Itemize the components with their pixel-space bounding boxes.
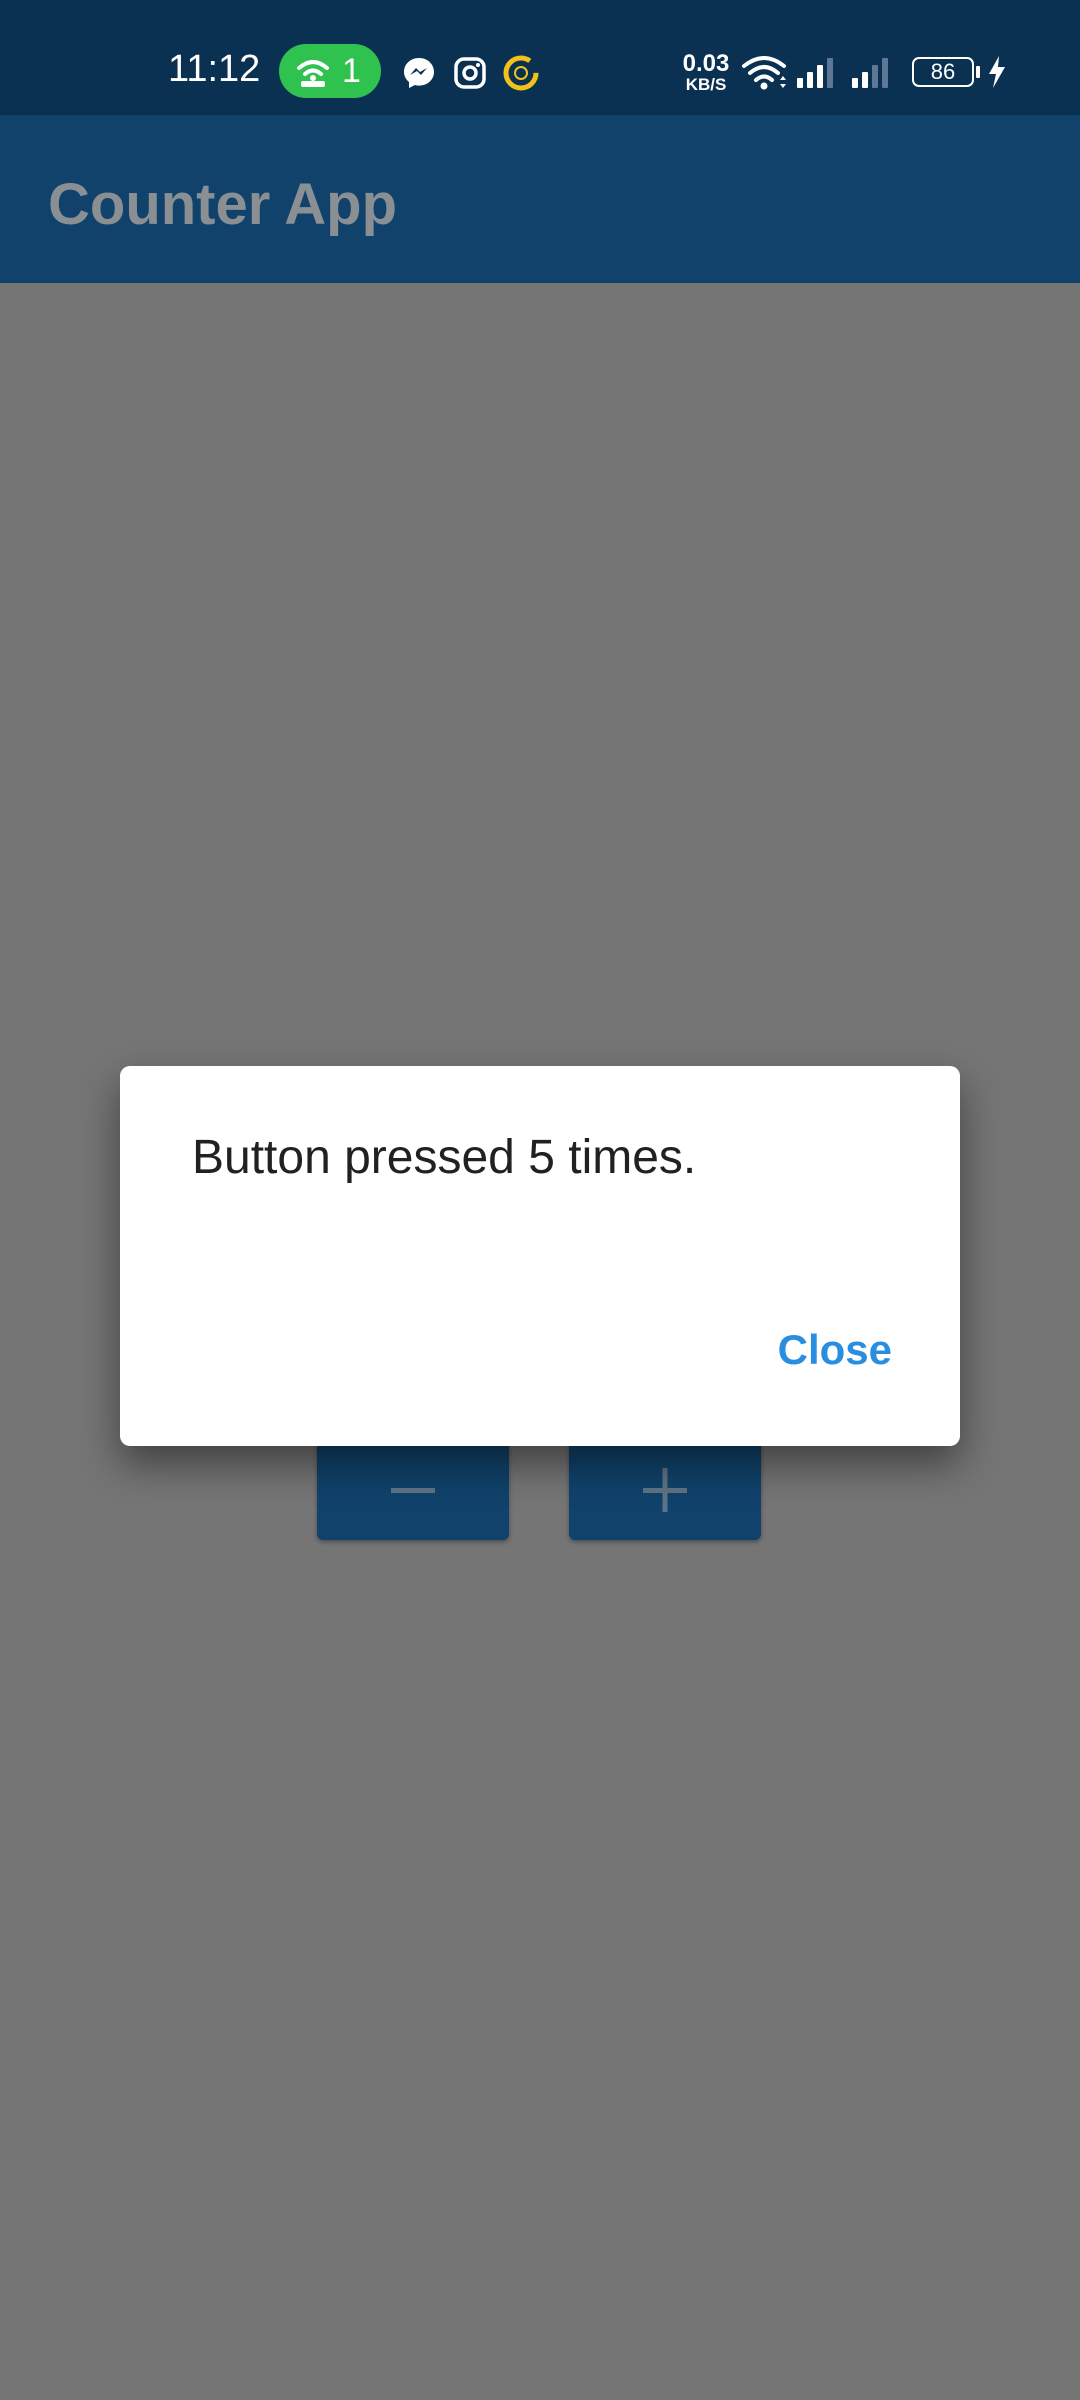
network-speed-unit: KB/S (685, 75, 727, 94)
battery-cap (976, 66, 980, 78)
hotspot-count: 1 (342, 52, 361, 90)
alert-dialog: Button pressed 5 times. Close (120, 1066, 960, 1446)
battery-level: 86 (930, 59, 956, 84)
app-title: Counter App (48, 172, 398, 237)
messenger-icon (404, 58, 434, 88)
network-speed-value: 0.03 (682, 50, 730, 77)
hotspot-indicator[interactable]: 1 (279, 44, 381, 98)
decrement-button[interactable] (317, 1440, 509, 1540)
minus-icon (391, 1488, 435, 1493)
status-time: 11:12 (168, 48, 261, 90)
hotspot-icon (297, 60, 329, 87)
network-speed: 0.03 KB/S (680, 50, 732, 94)
app-bar: Counter App (0, 115, 1080, 283)
close-button[interactable]: Close (778, 1326, 892, 1374)
instagram-icon (454, 57, 486, 89)
dialog-message: Button pressed 5 times. (192, 1131, 697, 1184)
charging-icon (989, 56, 1005, 88)
status-bar: 11:12 1 0.03 KB/S 86 (0, 0, 1080, 115)
sync-icon (503, 55, 539, 91)
wifi-icon (742, 56, 786, 90)
signal-icon (852, 58, 888, 88)
increment-button[interactable] (569, 1440, 761, 1540)
signal-icon (797, 58, 833, 88)
battery-indicator: 86 (912, 57, 974, 87)
plus-icon (643, 1468, 687, 1512)
